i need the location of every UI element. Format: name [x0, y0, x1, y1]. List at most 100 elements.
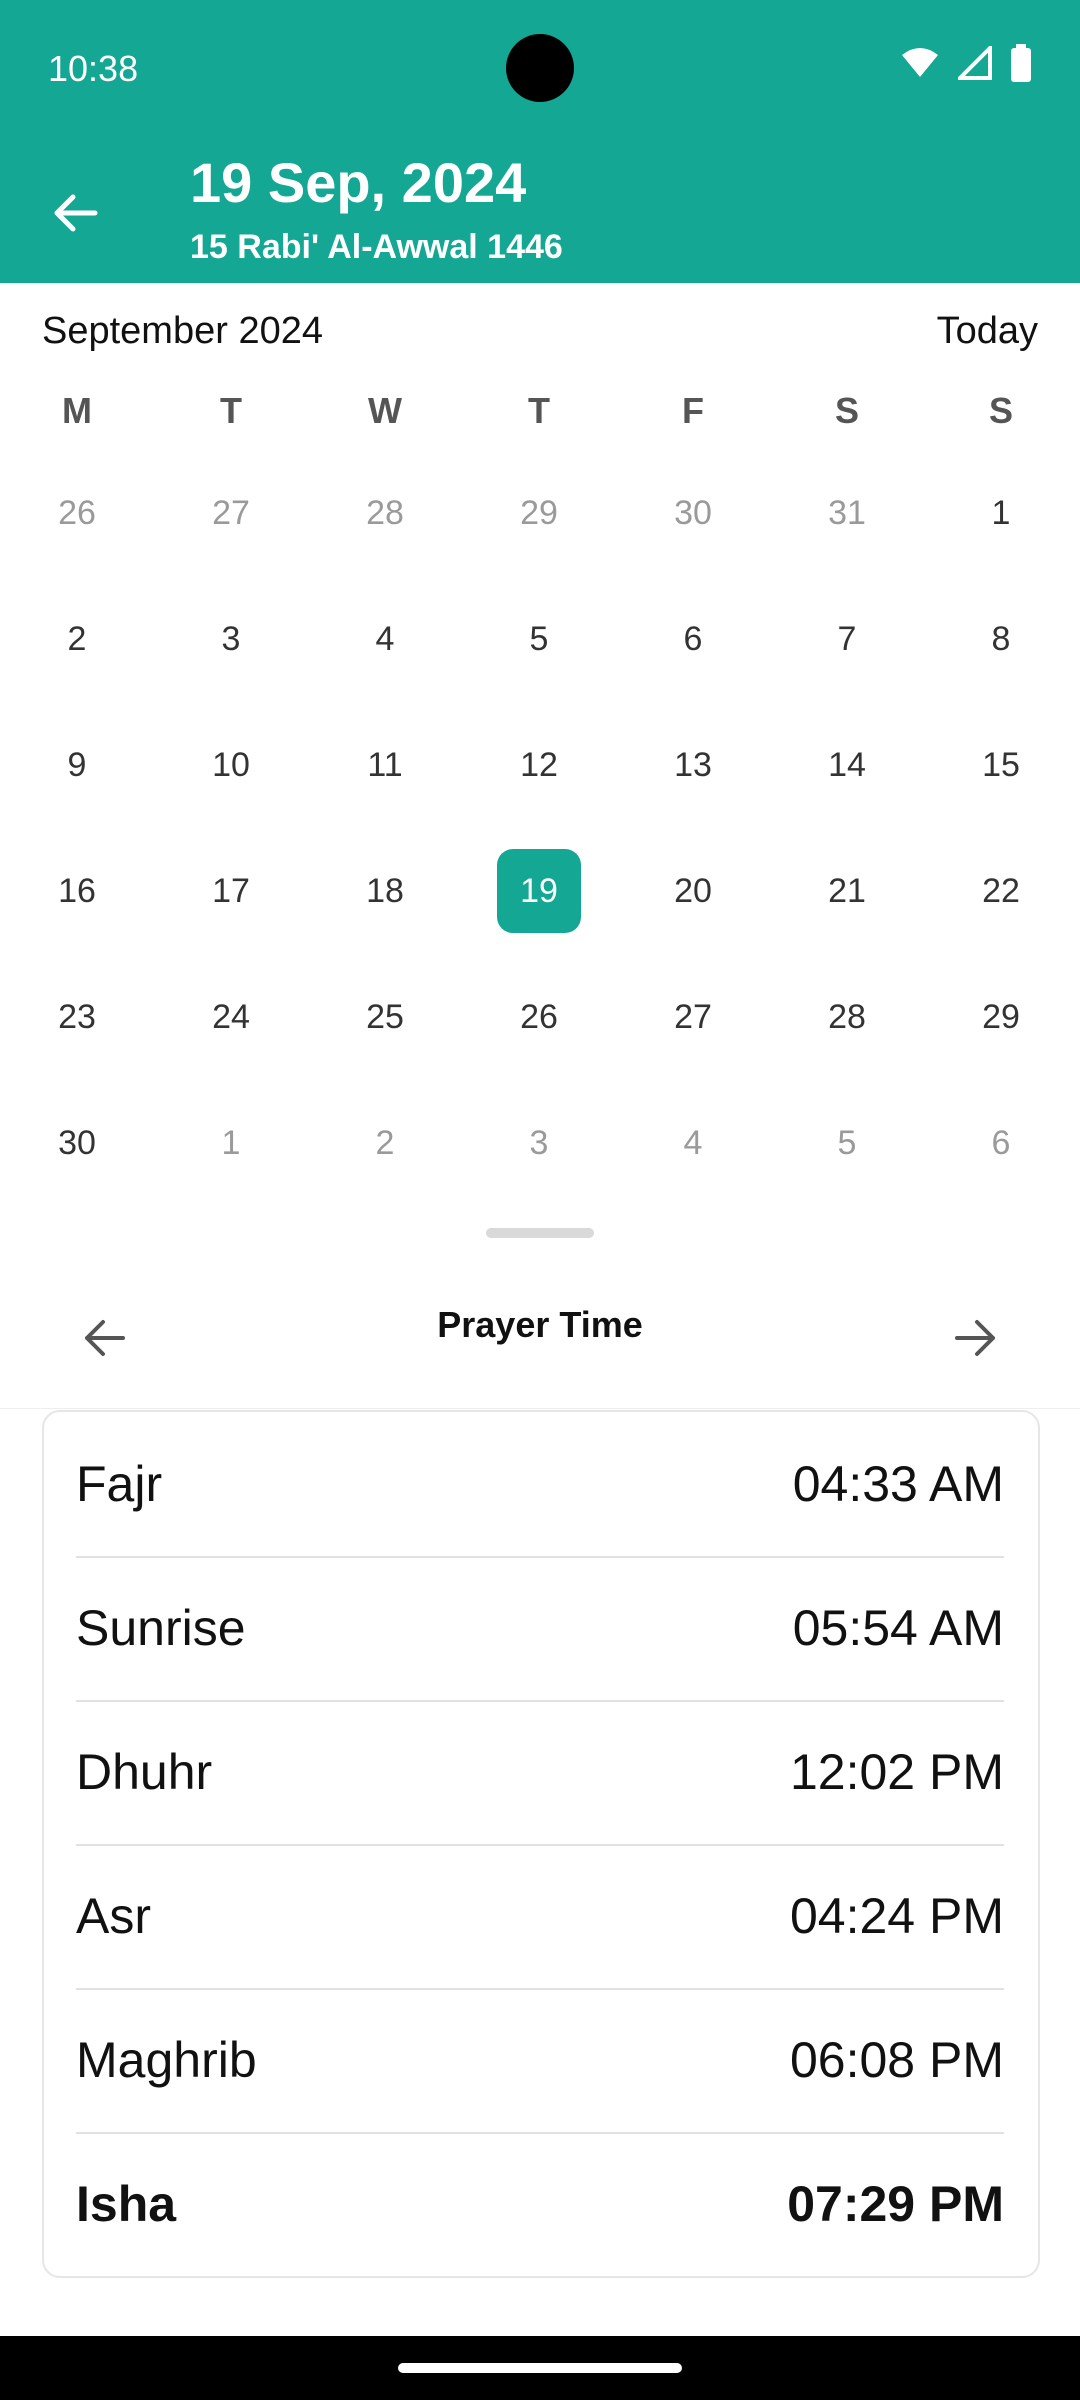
calendar-day[interactable]: 9: [0, 702, 154, 828]
calendar-day-number: 10: [212, 745, 250, 784]
month-label: September 2024: [42, 310, 323, 352]
calendar-day[interactable]: 1: [154, 1080, 308, 1206]
calendar-day[interactable]: 3: [462, 1080, 616, 1206]
gregorian-date-title: 19 Sep, 2024: [190, 151, 527, 214]
battery-icon: [1011, 44, 1031, 82]
calendar-day[interactable]: 13: [616, 702, 770, 828]
calendar-day[interactable]: 20: [616, 828, 770, 954]
calendar-day-number: 27: [674, 997, 712, 1036]
prayer-name: Sunrise: [76, 1600, 246, 1656]
calendar-day-number: 7: [837, 619, 857, 658]
status-time: 10:38: [48, 48, 139, 89]
calendar-day[interactable]: 4: [308, 576, 462, 702]
calendar-day[interactable]: 11: [308, 702, 462, 828]
signal-icon: [958, 46, 992, 80]
calendar-day[interactable]: 3: [154, 576, 308, 702]
calendar-day-number: 6: [683, 619, 703, 658]
calendar-day[interactable]: 7: [770, 576, 924, 702]
calendar-week-row: 2 3 4 5 6 7 8: [0, 576, 1080, 702]
calendar-day[interactable]: 22: [924, 828, 1078, 954]
calendar-day[interactable]: 5: [462, 576, 616, 702]
calendar-week-row: 23 24 25 26 27 28 29: [0, 954, 1080, 1080]
calendar-day[interactable]: 18: [308, 828, 462, 954]
calendar-day-number: 1: [221, 1123, 241, 1162]
calendar-day-number: 19: [497, 849, 581, 933]
calendar-day-selected[interactable]: 19: [462, 828, 616, 954]
calendar-day[interactable]: 31: [770, 450, 924, 576]
hijri-date-subtitle: 15 Rabi' Al-Awwal 1446: [190, 228, 563, 266]
calendar-day[interactable]: 24: [154, 954, 308, 1080]
calendar-day[interactable]: 28: [770, 954, 924, 1080]
prayer-time-value: 04:33 AM: [792, 1456, 1004, 1512]
calendar-day-number: 15: [982, 745, 1020, 784]
calendar-day[interactable]: 12: [462, 702, 616, 828]
calendar-day-number: 6: [991, 1123, 1011, 1162]
calendar-day-number: 28: [828, 997, 866, 1036]
calendar-day-number: 18: [366, 871, 404, 910]
calendar-day[interactable]: 2: [0, 576, 154, 702]
calendar-day[interactable]: 5: [770, 1080, 924, 1206]
prayer-row-fajr: Fajr 04:33 AM: [76, 1412, 1004, 1556]
prayer-time-value: 04:24 PM: [789, 1888, 1004, 1944]
drag-handle[interactable]: [486, 1228, 594, 1238]
back-button[interactable]: [40, 178, 110, 248]
weekday-label: F: [682, 390, 704, 431]
calendar-day-number: 14: [828, 745, 866, 784]
prayer-time-value: 05:54 AM: [792, 1600, 1004, 1656]
calendar-day[interactable]: 17: [154, 828, 308, 954]
prayer-name: Dhuhr: [76, 1744, 213, 1800]
calendar-day[interactable]: 1: [924, 450, 1078, 576]
calendar-day[interactable]: 29: [462, 450, 616, 576]
calendar-day[interactable]: 4: [616, 1080, 770, 1206]
calendar-day[interactable]: 10: [154, 702, 308, 828]
calendar-day[interactable]: 27: [154, 450, 308, 576]
calendar-day-number: 1: [991, 493, 1011, 532]
calendar-day[interactable]: 29: [924, 954, 1078, 1080]
calendar-day-number: 21: [828, 871, 866, 910]
weekday-label: T: [528, 390, 550, 431]
calendar-day-number: 5: [837, 1123, 857, 1162]
calendar-day[interactable]: 27: [616, 954, 770, 1080]
calendar-week-row: 9 10 11 12 13 14 15: [0, 702, 1080, 828]
calendar-day-number: 26: [58, 493, 96, 532]
app-bar: 19 Sep, 2024 15 Rabi' Al-Awwal 1446: [0, 140, 1080, 283]
calendar-day[interactable]: 8: [924, 576, 1078, 702]
prayer-name: Isha: [76, 2176, 177, 2232]
calendar-day-number: 30: [58, 1123, 96, 1162]
prayer-row-maghrib: Maghrib 06:08 PM: [76, 1988, 1004, 2132]
calendar-day-number: 24: [212, 997, 250, 1036]
calendar-day-number: 17: [212, 871, 250, 910]
calendar-day[interactable]: 21: [770, 828, 924, 954]
calendar-day-number: 30: [674, 493, 712, 532]
calendar-week-row: 16 17 18 19 20 21 22: [0, 828, 1080, 954]
arrow-right-icon: [955, 1320, 995, 1356]
calendar-day[interactable]: 28: [308, 450, 462, 576]
calendar-day[interactable]: 6: [924, 1080, 1078, 1206]
weekday-label: W: [368, 390, 402, 431]
system-nav-bar: [0, 2336, 1080, 2400]
calendar-day[interactable]: 26: [0, 450, 154, 576]
next-day-button[interactable]: [940, 1303, 1010, 1373]
calendar-day[interactable]: 14: [770, 702, 924, 828]
weekday-label: M: [62, 390, 92, 431]
weekday-header: M T W T F S S: [0, 390, 1080, 450]
prayer-time-title: Prayer Time: [437, 1304, 643, 1345]
calendar-day[interactable]: 23: [0, 954, 154, 1080]
calendar-day[interactable]: 16: [0, 828, 154, 954]
calendar-day[interactable]: 30: [0, 1080, 154, 1206]
calendar-day[interactable]: 2: [308, 1080, 462, 1206]
calendar-day-number: 11: [367, 745, 403, 784]
home-gesture-pill[interactable]: [398, 2363, 682, 2373]
wifi-icon: [902, 48, 938, 77]
today-button[interactable]: Today: [937, 310, 1038, 353]
calendar-day[interactable]: 30: [616, 450, 770, 576]
camera-cutout: [506, 34, 574, 102]
prayer-row-sunrise: Sunrise 05:54 AM: [76, 1556, 1004, 1700]
calendar-day-number: 3: [529, 1123, 549, 1162]
calendar-day-number: 22: [982, 871, 1020, 910]
calendar-day[interactable]: 26: [462, 954, 616, 1080]
calendar-day-number: 3: [221, 619, 241, 658]
calendar-day[interactable]: 6: [616, 576, 770, 702]
calendar-day[interactable]: 25: [308, 954, 462, 1080]
calendar-day[interactable]: 15: [924, 702, 1078, 828]
